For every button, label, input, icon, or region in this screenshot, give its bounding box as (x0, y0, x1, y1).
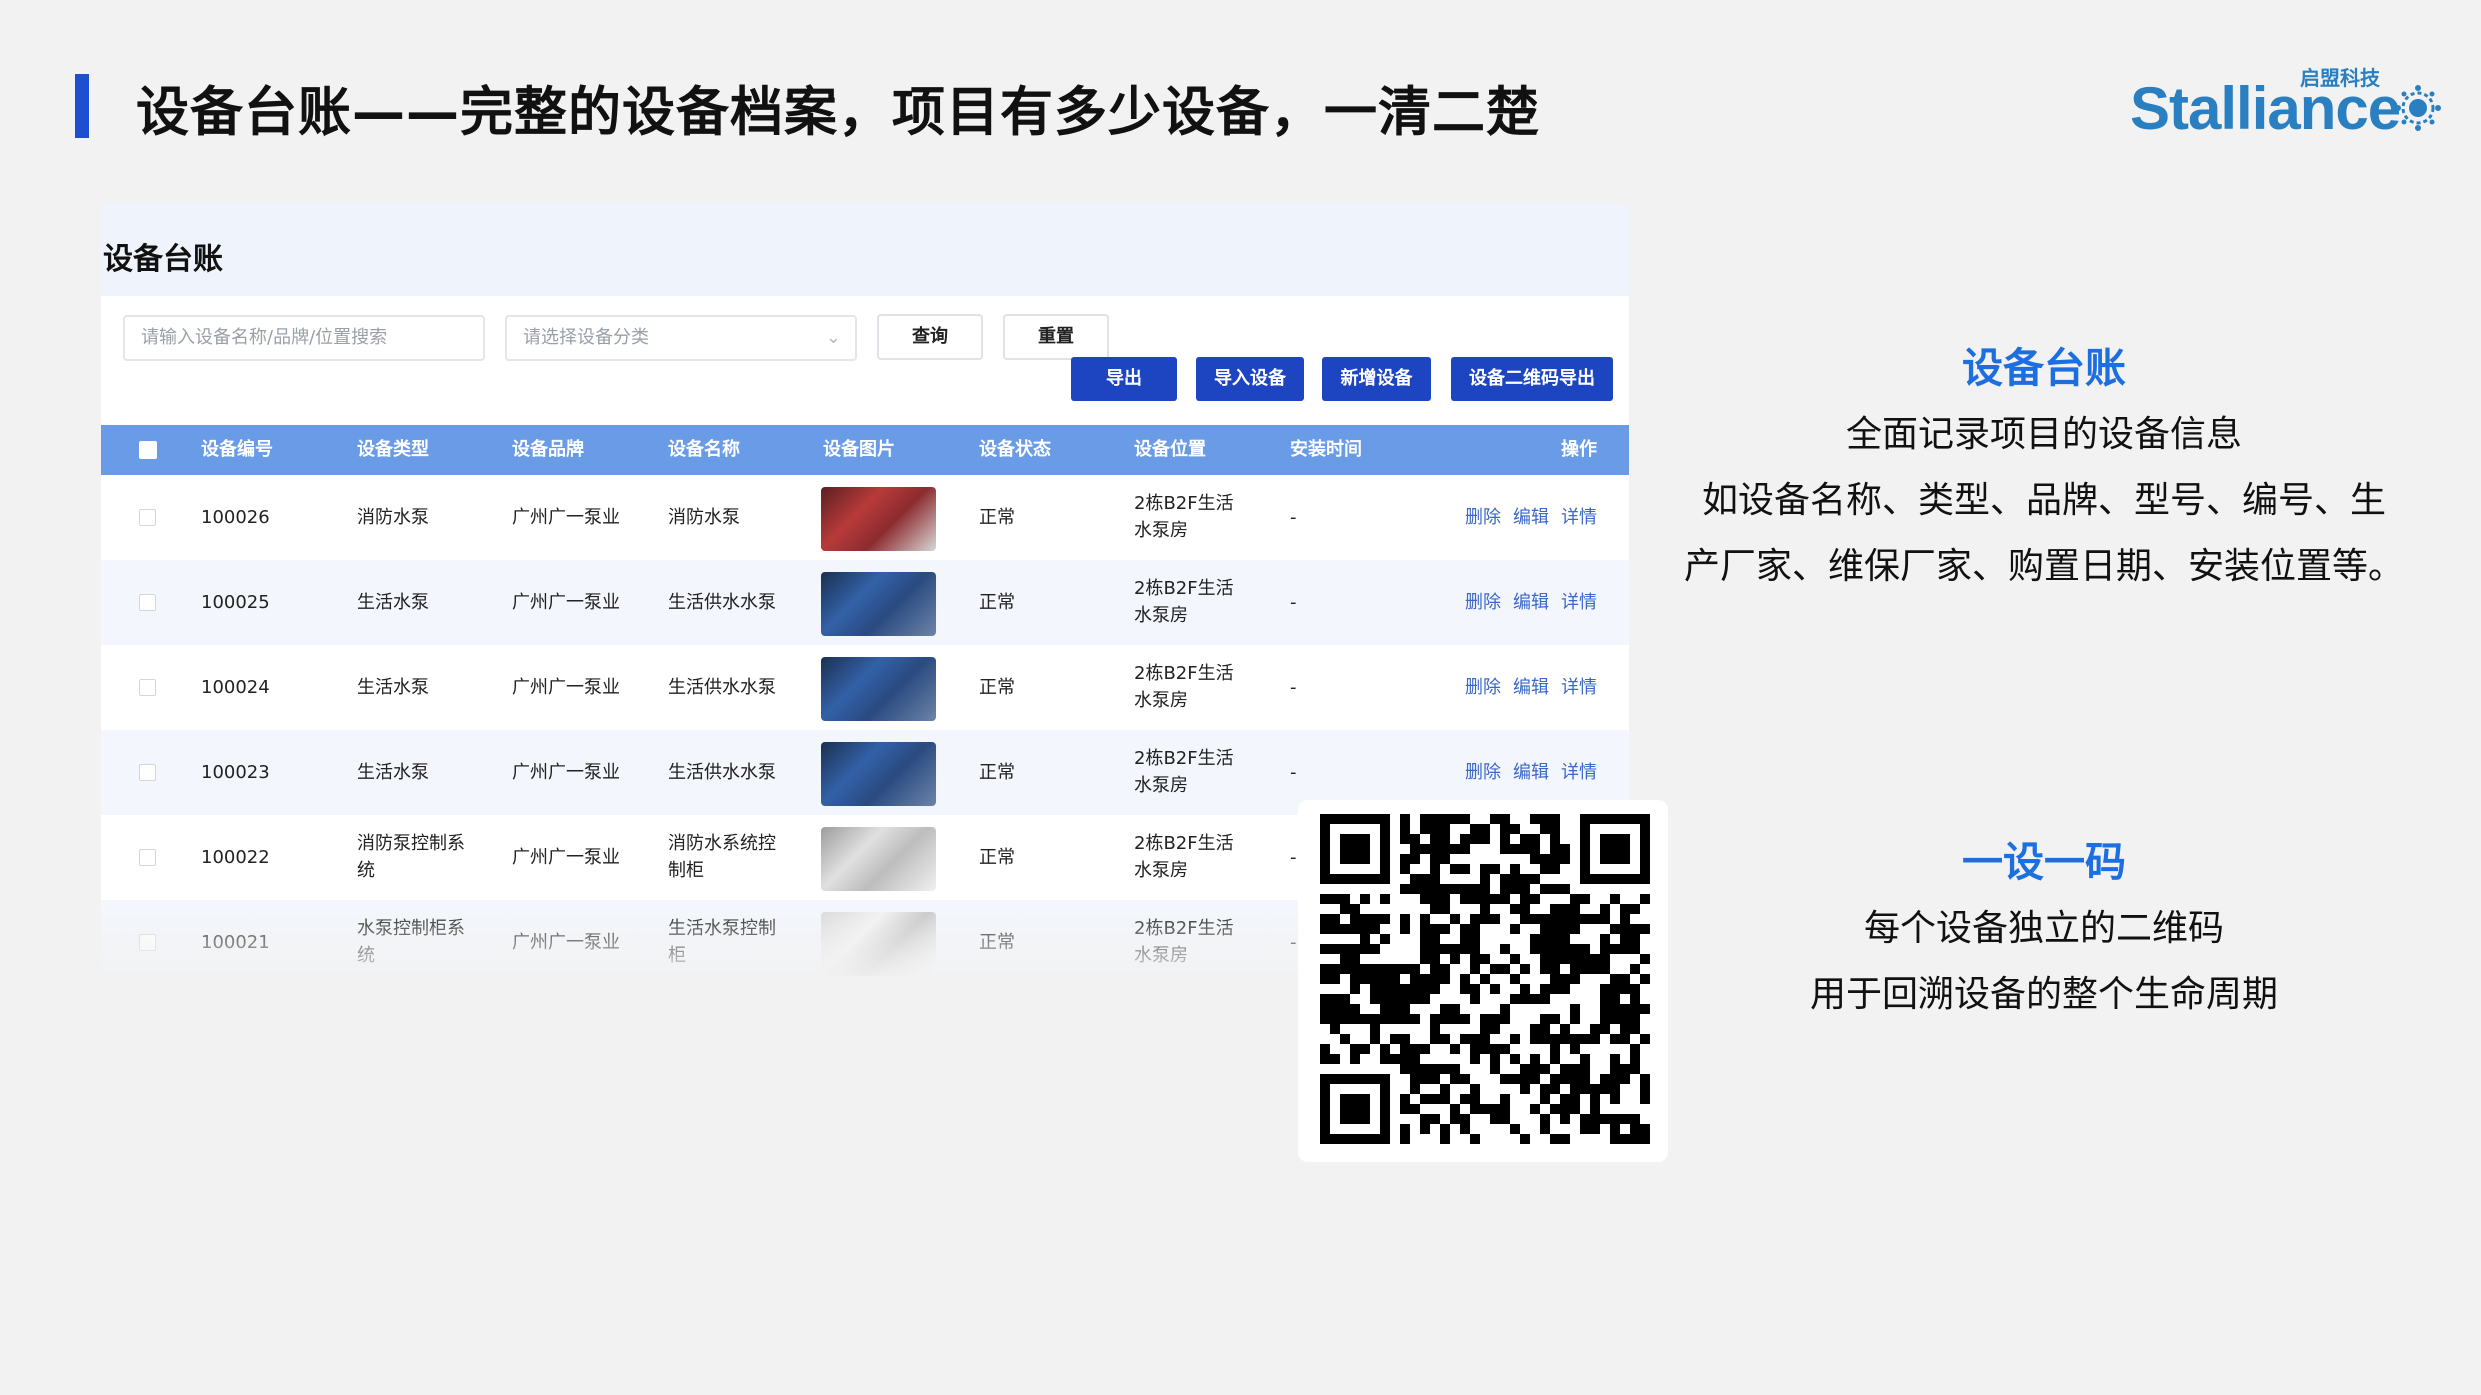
cell-device-type: 生活水泵 (357, 592, 429, 613)
cell-device-type: 生活水泵 (357, 677, 429, 698)
cell-device-status: 正常 (979, 847, 1015, 868)
cell-device-type: 消防水泵 (357, 507, 429, 528)
cell-device-type: 消防泵控制系统 (357, 833, 465, 881)
table-row[interactable]: 100024 生活水泵 广州广一泵业 生活供水水泵 正常 2栋B2F生活水泵房 - 删除 编辑详… (101, 645, 1629, 730)
col-install-time[interactable]: 安装时间 (1290, 425, 1362, 475)
cell-device-brand: 广州广一泵业 (512, 677, 620, 698)
row-checkbox[interactable] (139, 594, 156, 611)
cell-device-location: 2栋B2F生活水泵房 (1134, 578, 1234, 626)
cell-device-brand: 广州广一泵业 (512, 507, 620, 528)
cell-device-id: 100023 (201, 762, 270, 783)
cell-device-id: 100026 (201, 507, 270, 528)
row-checkbox[interactable] (139, 679, 156, 696)
cell-device-location: 2栋B2F生活水泵房 (1134, 493, 1234, 541)
device-image[interactable] (821, 572, 936, 636)
col-device-brand[interactable]: 设备品牌 (512, 425, 584, 475)
edit-link[interactable]: 编辑 (1513, 674, 1549, 701)
ledger-line-3: 产厂家、维保厂家、购置日期、安装位置等。 (1683, 546, 2404, 587)
chevron-down-icon: ⌄ (825, 327, 841, 348)
detail-link[interactable]: 详情 (1561, 589, 1597, 616)
qr-code-card (1298, 800, 1668, 1162)
ledger-line-2: 如设备名称、类型、品牌、型号、编号、生 (1701, 480, 2386, 521)
panel-header: 设备台账 (101, 204, 1629, 296)
cell-device-name: 消防水系统控制柜 (668, 833, 776, 881)
panel-title: 设备台账 (103, 242, 223, 277)
qr-line-1: 每个设备独立的二维码 (1863, 908, 2224, 949)
col-actions: 操作 (1561, 439, 1597, 460)
cell-device-name: 生活供水水泵 (668, 592, 776, 613)
qr-description: 一设一码 每个设备独立的二维码 用于回溯设备的整个生命周期 (1654, 828, 2434, 1028)
table-header: 设备编号 设备类型 设备品牌 设备名称 设备图片 设备状态 设备位置 安装时间 … (101, 425, 1629, 475)
cell-device-name: 消防水泵 (668, 507, 740, 528)
cell-device-name: 生活供水水泵 (668, 762, 776, 783)
cell-device-location: 2栋B2F生活水泵房 (1134, 663, 1234, 711)
qr-heading: 一设一码 (1962, 838, 2126, 886)
cell-device-brand: 广州广一泵业 (512, 847, 620, 868)
cell-device-location: 2栋B2F生活水泵房 (1134, 748, 1234, 796)
edit-link[interactable]: 编辑 (1513, 759, 1549, 786)
qr-export-button[interactable]: 设备二维码导出 (1451, 357, 1613, 401)
cell-install-time: - (1290, 762, 1297, 783)
title-accent-bar (75, 74, 89, 138)
cell-device-location: 2栋B2F生活水泵房 (1134, 833, 1234, 881)
category-placeholder: 请选择设备分类 (523, 327, 649, 348)
cell-install-time: - (1290, 592, 1297, 613)
detail-link[interactable]: 详情 (1561, 759, 1597, 786)
cell-device-id: 100022 (201, 847, 270, 868)
col-device-type[interactable]: 设备类型 (357, 425, 429, 475)
cell-device-type: 生活水泵 (357, 762, 429, 783)
search-input[interactable]: 请输入设备名称/品牌/位置搜索 (123, 315, 485, 361)
cell-device-name: 生活供水水泵 (668, 677, 776, 698)
cell-install-time: - (1290, 677, 1297, 698)
cell-device-status: 正常 (979, 507, 1015, 528)
delete-link[interactable]: 删除 (1465, 759, 1501, 786)
col-device-id[interactable]: 设备编号 (201, 425, 273, 475)
device-image[interactable] (821, 487, 936, 551)
device-image[interactable] (821, 742, 936, 806)
slide-title: 设备台账——完整的设备档案，项目有多少设备，一清二楚 (136, 82, 1540, 143)
device-image[interactable] (821, 657, 936, 721)
col-device-image[interactable]: 设备图片 (823, 425, 895, 475)
cell-device-status: 正常 (979, 677, 1015, 698)
select-all-checkbox[interactable] (139, 441, 157, 459)
table-row[interactable]: 100026 消防水泵 广州广一泵业 消防水泵 正常 2栋B2F生活水泵房 - 删除 编辑 详情 (101, 475, 1629, 560)
table-row[interactable]: 100025 生活水泵 广州广一泵业 生活供水水泵 正常 2栋B2F生活水泵房 - 删除 编辑详… (101, 560, 1629, 645)
cell-device-brand: 广州广一泵业 (512, 762, 620, 783)
query-button[interactable]: 查询 (877, 314, 983, 360)
qr-code-image (1320, 814, 1650, 1144)
cell-device-status: 正常 (979, 592, 1015, 613)
col-device-name[interactable]: 设备名称 (668, 425, 740, 475)
row-checkbox[interactable] (139, 849, 156, 866)
detail-link[interactable]: 详情 (1561, 674, 1597, 701)
cell-install-time: - (1290, 507, 1297, 528)
cell-device-brand: 广州广一泵业 (512, 592, 620, 613)
ledger-heading: 设备台账 (1962, 344, 2126, 392)
edit-link[interactable]: 编辑 (1513, 504, 1549, 531)
cell-install-time: - (1290, 847, 1297, 868)
cell-device-id: 100025 (201, 592, 270, 613)
logo-subtitle: 启盟科技 (2300, 66, 2380, 90)
device-image[interactable] (821, 827, 936, 891)
category-select[interactable]: 请选择设备分类 ⌄ (505, 315, 857, 361)
row-checkbox[interactable] (139, 509, 156, 526)
cell-device-id: 100024 (201, 677, 270, 698)
reset-button[interactable]: 重置 (1003, 314, 1109, 360)
ledger-description: 设备台账 全面记录项目的设备信息 如设备名称、类型、品牌、型号、编号、生 产厂家… (1654, 334, 2434, 600)
logo-gear-icon (2395, 85, 2441, 131)
ledger-line-1: 全面记录项目的设备信息 (1845, 414, 2242, 455)
export-button[interactable]: 导出 (1071, 357, 1177, 401)
cell-device-status: 正常 (979, 762, 1015, 783)
delete-link[interactable]: 删除 (1465, 674, 1501, 701)
col-device-status[interactable]: 设备状态 (979, 425, 1051, 475)
col-device-location[interactable]: 设备位置 (1134, 425, 1206, 475)
detail-link[interactable]: 详情 (1561, 504, 1597, 531)
row-checkbox[interactable] (139, 764, 156, 781)
add-device-button[interactable]: 新增设备 (1322, 357, 1431, 401)
stalliance-logo: Stalliance 启盟科技 (2130, 66, 2450, 148)
delete-link[interactable]: 删除 (1465, 504, 1501, 531)
delete-link[interactable]: 删除 (1465, 589, 1501, 616)
qr-line-2: 用于回溯设备的整个生命周期 (1809, 974, 2278, 1015)
edit-link[interactable]: 编辑 (1513, 589, 1549, 616)
import-device-button[interactable]: 导入设备 (1196, 357, 1304, 401)
